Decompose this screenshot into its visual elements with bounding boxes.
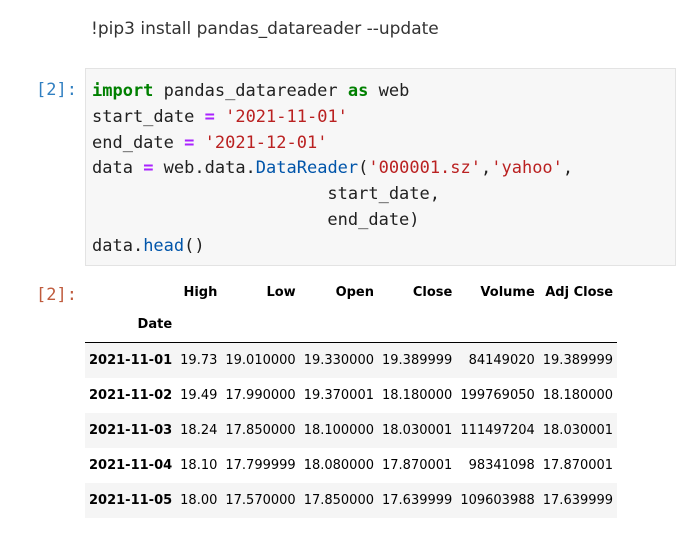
table-cell: 199769050 xyxy=(460,387,535,403)
index-name: Date xyxy=(137,317,173,332)
arg-end-date: end_date) xyxy=(327,209,420,230)
row-index-date: 2021-11-02 xyxy=(89,387,173,403)
operator-assign: = xyxy=(204,106,215,127)
table-cell: 17.850000 xyxy=(225,422,296,438)
row-index-date: 2021-11-04 xyxy=(89,457,173,473)
column-header: Adj Close xyxy=(545,285,614,300)
table-cell: 17.799999 xyxy=(225,457,296,473)
column-header: Open xyxy=(335,285,374,300)
table-cell: 17.870001 xyxy=(382,457,453,473)
table-cell: 98341098 xyxy=(468,457,535,473)
head-prefix: data. xyxy=(92,235,144,256)
string-ticker: '000001.sz' xyxy=(368,158,481,179)
column-header: Close xyxy=(412,285,453,300)
table-cell: 18.180000 xyxy=(382,387,453,403)
column-header-row: High Low Open Close Volume Adj Close xyxy=(85,278,617,307)
index-header-row: Date xyxy=(85,307,618,343)
table-cell: 18.180000 xyxy=(542,387,614,403)
code-editor[interactable]: import pandas_datareader as web start_da… xyxy=(85,68,676,266)
table-cell: 18.030001 xyxy=(382,422,453,438)
column-header: Volume xyxy=(480,285,535,300)
var-data: data xyxy=(92,158,144,179)
table-cell: 19.389999 xyxy=(542,352,614,368)
output-prompt: [2]: xyxy=(36,285,77,305)
table-cell: 18.100000 xyxy=(303,422,374,438)
code-text[interactable]: import pandas_datareader as web start_da… xyxy=(92,79,573,260)
table-cell: 19.370001 xyxy=(303,387,374,403)
module-name: pandas_datareader xyxy=(153,81,348,101)
table-cell: 18.24 xyxy=(180,422,218,438)
var-start-date: start_date xyxy=(92,106,205,127)
table-cell: 19.389999 xyxy=(382,352,453,368)
table-row: 2021-11-03 18.24 17.850000 18.100000 18.0300… xyxy=(85,412,618,448)
function-datareader: DataReader xyxy=(255,158,359,179)
string-source: 'yahoo' xyxy=(491,158,563,179)
comma: , xyxy=(481,158,492,179)
column-header: Low xyxy=(266,285,296,300)
table-cell: 19.73 xyxy=(180,352,218,368)
operator-assign: = xyxy=(184,132,195,153)
column-header: High xyxy=(183,285,218,300)
var-end-date: end_date xyxy=(92,132,185,153)
table-cell: 17.870001 xyxy=(542,457,614,473)
table-cell: 18.10 xyxy=(180,457,218,473)
keyword-import: import xyxy=(92,81,154,101)
keyword-as: as xyxy=(347,81,369,101)
table-cell: 19.010000 xyxy=(225,352,296,368)
table-cell: 18.00 xyxy=(180,492,218,508)
call-prefix: web.data. xyxy=(153,158,256,179)
function-head: head xyxy=(143,235,185,256)
comma: , xyxy=(562,158,574,179)
row-index-date: 2021-11-03 xyxy=(89,422,173,438)
table-row: 2021-11-02 19.49 17.990000 19.370001 18.1800… xyxy=(85,378,617,413)
table-cell: 19.49 xyxy=(180,387,218,403)
table-cell: 18.030001 xyxy=(542,422,614,438)
table-cell: 17.850000 xyxy=(303,492,374,508)
string-start-date: '2021-11-01' xyxy=(225,106,348,127)
table-cell: 17.639999 xyxy=(382,492,453,508)
string-end-date: '2021-12-01' xyxy=(204,132,328,153)
table-cell: 109603988 xyxy=(460,492,535,508)
module-alias: web xyxy=(368,81,410,101)
table-cell: 111497204 xyxy=(460,422,535,438)
row-index-date: 2021-11-05 xyxy=(89,492,173,508)
header-blank xyxy=(85,278,176,307)
table-cell: 17.990000 xyxy=(225,387,296,403)
arg-start-date: start_date, xyxy=(327,184,440,205)
table-row: 2021-11-04 18.10 17.799999 18.080000 17.8700… xyxy=(85,448,617,483)
table-row: 2021-11-01 19.73 19.010000 19.330000 19.3899… xyxy=(85,342,618,378)
operator-assign: = xyxy=(143,158,154,179)
dataframe-table: High Low Open Close Volume Adj Close Dat… xyxy=(85,278,618,518)
row-index-date: 2021-11-01 xyxy=(89,352,173,368)
markdown-cell[interactable]: !pip3 install pandas_datareader --update xyxy=(91,19,439,39)
head-suffix: () xyxy=(184,235,205,256)
table-cell: 19.330000 xyxy=(303,352,374,368)
table-cell: 17.639999 xyxy=(542,492,614,508)
table-cell: 18.080000 xyxy=(303,457,374,473)
table-row: 2021-11-05 18.00 17.570000 17.850000 17.6399… xyxy=(85,482,618,518)
input-prompt: [2]: xyxy=(36,80,77,100)
open-paren: ( xyxy=(358,158,369,179)
table-cell: 84149020 xyxy=(468,352,535,368)
table-cell: 17.570000 xyxy=(225,492,296,508)
